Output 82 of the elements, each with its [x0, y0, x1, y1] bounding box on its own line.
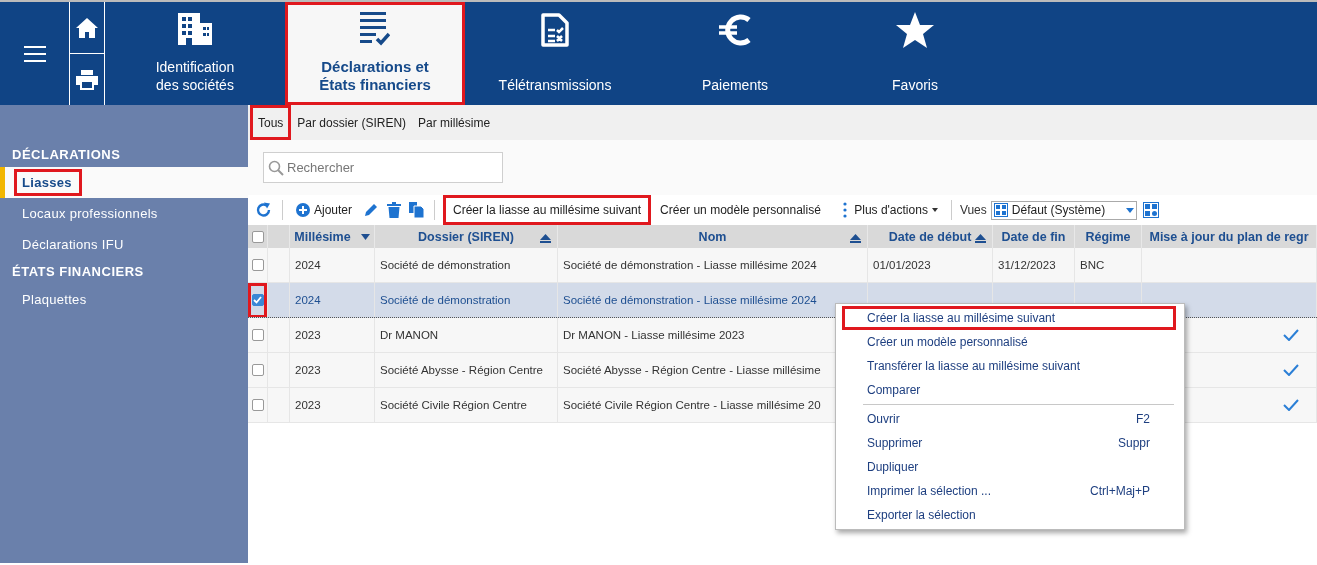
building-icon [178, 12, 212, 46]
sort-up-icon[interactable] [850, 234, 861, 243]
table-cell: BNC [1080, 259, 1105, 271]
copy-icon[interactable] [407, 202, 427, 218]
column-header[interactable]: Mise à jour du plan de regr [1149, 229, 1309, 244]
sidebar-item[interactable]: Locaux professionnels [0, 198, 248, 229]
nav-tab[interactable]: Paiements [645, 2, 825, 105]
table-cell: Société de démonstration - Liasse millésime 2024 [563, 259, 817, 271]
nav-tab[interactable]: Télétransmissions [465, 2, 645, 105]
sidebar-item[interactable]: Plaquettes [0, 284, 248, 315]
grid-icon [993, 203, 1008, 217]
column-header[interactable]: Dossier (SIREN) [418, 229, 514, 244]
menu-item[interactable]: Exporter la sélection [842, 503, 1176, 527]
views-dropdown[interactable]: Défaut (Système) [990, 200, 1137, 220]
table-cell: Dr MANON - Liasse millésime 2023 [563, 329, 745, 341]
filter-tab[interactable]: Par dossier (SIREN) [291, 105, 413, 140]
table-cell: 2023 [295, 399, 321, 411]
menu-item[interactable]: Supprimer Suppr [842, 431, 1176, 455]
menu-item[interactable]: Créer la liasse au millésime suivant [842, 306, 1176, 330]
table-cell: 31/12/2023 [998, 259, 1056, 271]
star-icon [896, 12, 934, 48]
printer-icon [76, 69, 98, 90]
more-actions-button[interactable]: Plus d'actions [837, 195, 943, 225]
menu-item[interactable]: Imprimer la sélection ... Ctrl+Maj+P [842, 479, 1176, 503]
table-cell: Société de démonstration - Liasse millésime 2024 [563, 294, 817, 306]
column-header[interactable]: Date de début [888, 229, 972, 244]
toolbar-action[interactable]: Créer un modèle personnalisé [655, 195, 826, 225]
table-cell: 2024 [295, 294, 321, 306]
table-cell: Société de démonstration [380, 294, 511, 306]
euro-icon [718, 12, 752, 48]
sort-up-icon[interactable] [975, 234, 986, 243]
table-cell: 01/01/2023 [873, 259, 931, 271]
checkbox[interactable] [251, 329, 264, 341]
table-cell: Société Abysse - Région Centre [380, 364, 543, 376]
search-icon [268, 160, 284, 176]
checkbox[interactable] [251, 364, 264, 376]
trash-icon[interactable] [385, 202, 404, 218]
sidebar-heading: DÉCLARATIONS [11, 146, 122, 164]
table-cell: 2024 [295, 259, 321, 271]
nav-tab[interactable]: Favoris [825, 2, 1005, 105]
table-cell: Société Abysse - Région Centre - Liasse millésime [563, 364, 821, 376]
menu-icon [23, 45, 46, 62]
table-cell: Société Civile Région Centre - Liasse millésime 20 [563, 399, 821, 411]
column-header[interactable]: Millésime [294, 229, 351, 244]
table-cell: 2023 [295, 329, 321, 341]
nav-tab[interactable]: Déclarations et États financiers [285, 2, 465, 105]
table-cell: 2023 [295, 364, 321, 376]
caret-icon [931, 208, 938, 212]
sidebar-item[interactable]: Liasses [0, 167, 248, 198]
caret-icon [1125, 207, 1134, 213]
grid-settings-icon[interactable] [1140, 202, 1161, 218]
filter-tab[interactable]: Par millésime [412, 105, 497, 140]
toolbar-action[interactable]: Créer la liasse au millésime suivant [443, 195, 652, 225]
search-field[interactable]: Rechercher [263, 152, 503, 183]
home-icon [76, 17, 98, 38]
checkbox[interactable] [251, 259, 264, 271]
sidebar-item[interactable]: Déclarations IFU [0, 229, 248, 260]
sort-up-icon[interactable] [540, 234, 551, 243]
menu-item[interactable]: Dupliquer [842, 455, 1176, 479]
menu-item[interactable]: Comparer [842, 378, 1176, 402]
menu-item[interactable]: Créer un modèle personnalisé [842, 330, 1176, 354]
list-check-icon [360, 12, 390, 46]
menu-item[interactable]: Ouvrir F2 [842, 407, 1176, 431]
views-label: Vues [959, 203, 987, 217]
sort-down-icon[interactable] [360, 233, 370, 240]
table-cell: Société Civile Région Centre [380, 399, 528, 411]
checkbox[interactable] [251, 230, 264, 243]
filter-tab[interactable]: Tous [250, 105, 292, 140]
column-header[interactable]: Régime [1085, 229, 1131, 244]
table-cell: Dr MANON [380, 329, 439, 341]
add-button[interactable]: Ajouter [291, 195, 358, 225]
checkbox[interactable] [251, 294, 264, 306]
document-check-icon [541, 12, 569, 48]
sidebar-heading: ÉTATS FINANCIERS [11, 263, 145, 281]
vertical-dots-icon [842, 202, 847, 218]
plus-circle-icon [296, 203, 310, 217]
column-header[interactable]: Date de fin [1001, 229, 1066, 244]
column-header[interactable]: Nom [698, 229, 727, 244]
table-cell: Société de démonstration [380, 259, 511, 271]
nav-tab[interactable]: Identification des sociétés [105, 2, 285, 105]
menu-item[interactable]: Transférer la liasse au millésime suivant [842, 354, 1176, 378]
checkbox[interactable] [251, 399, 264, 411]
